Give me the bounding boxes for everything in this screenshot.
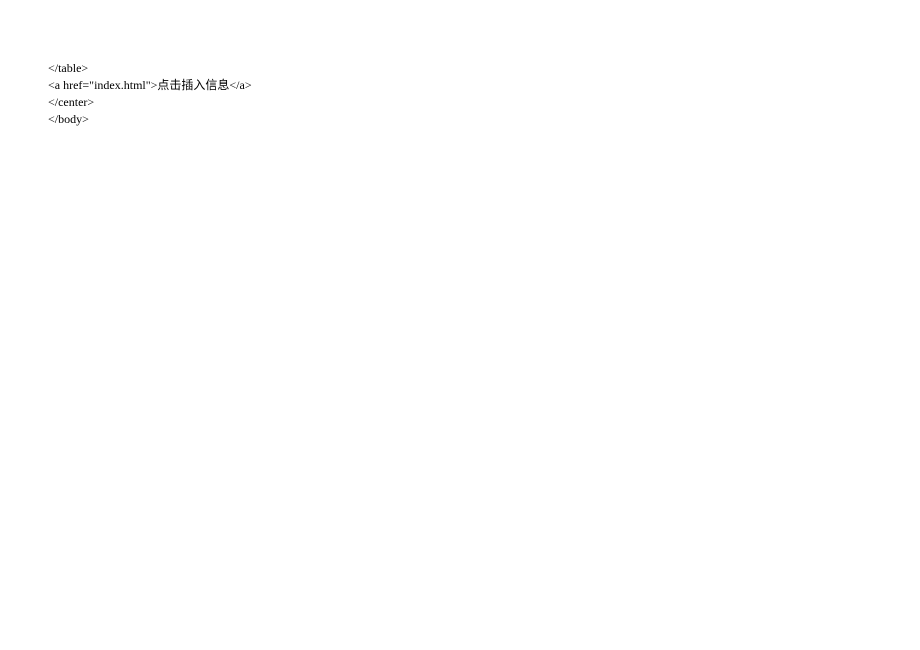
code-line-3: </center> [48,94,920,111]
code-line-4: </body> [48,111,920,128]
code-line-1: </table> [48,60,920,77]
code-block: </table> <a href="index.html">点击插入信息</a>… [0,0,920,128]
code-line-2: <a href="index.html">点击插入信息</a> [48,77,920,94]
